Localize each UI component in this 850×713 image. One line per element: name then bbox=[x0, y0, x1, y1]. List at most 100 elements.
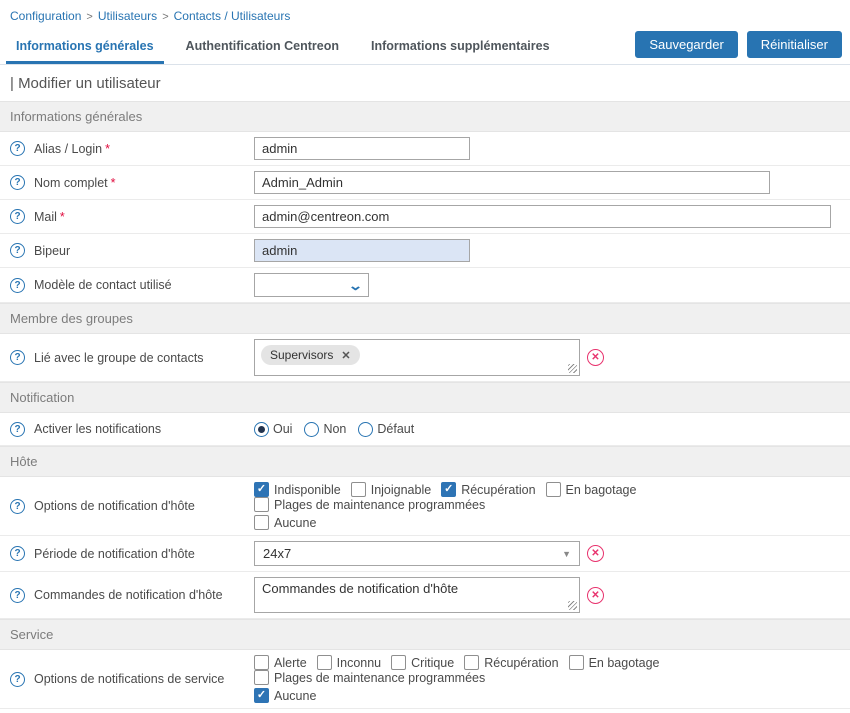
checkbox[interactable] bbox=[254, 497, 269, 512]
checkbox[interactable] bbox=[569, 655, 584, 670]
service-options-label-cell: ? Options de notifications de service bbox=[10, 672, 254, 687]
breadcrumb-separator: > bbox=[86, 11, 92, 23]
row-bipeur: ? Bipeur bbox=[0, 234, 850, 268]
row-alias-login: ? Alias / Login* bbox=[0, 132, 850, 166]
tab-bar: Informations générales Authentification … bbox=[0, 30, 850, 65]
checkbox[interactable] bbox=[546, 482, 561, 497]
row-nom-complet: ? Nom complet* bbox=[0, 166, 850, 200]
tab-informations-generales[interactable]: Informations générales bbox=[6, 30, 164, 64]
breadcrumb-link-utilisateurs[interactable]: Utilisateurs bbox=[98, 9, 157, 23]
page-title: | Modifier un utilisateur bbox=[0, 65, 850, 101]
mail-label: Mail* bbox=[34, 210, 65, 224]
checkbox[interactable] bbox=[317, 655, 332, 670]
checkbox-recuperation-hote[interactable]: Récupération bbox=[441, 482, 535, 497]
action-buttons: Sauvegarder Réinitialiser bbox=[635, 31, 844, 64]
clear-field-icon[interactable]: ✕ bbox=[587, 545, 604, 562]
checkbox-plages-maintenance-hote[interactable]: Plages de maintenance programmées bbox=[254, 497, 485, 512]
checkbox-inconnu[interactable]: Inconnu bbox=[317, 655, 381, 670]
host-period-label-cell: ? Période de notification d'hôte bbox=[10, 546, 254, 561]
row-groupe-contacts: ? Lié avec le groupe de contacts Supervi… bbox=[0, 334, 850, 382]
help-icon[interactable]: ? bbox=[10, 672, 25, 687]
row-periode-notification-hote: ? Période de notification d'hôte 24x7 ▼ … bbox=[0, 536, 850, 572]
radio-button[interactable] bbox=[358, 422, 373, 437]
checkbox-en-bagotage-service[interactable]: En bagotage bbox=[569, 655, 660, 670]
tab-authentification-centreon[interactable]: Authentification Centreon bbox=[176, 30, 349, 64]
checkbox-aucune-service[interactable]: Aucune bbox=[254, 688, 316, 703]
mail-input[interactable] bbox=[254, 205, 831, 228]
section-header-service: Service bbox=[0, 619, 850, 650]
checkbox-injoignable[interactable]: Injoignable bbox=[351, 482, 431, 497]
resize-grip[interactable] bbox=[568, 364, 577, 373]
radio-button[interactable] bbox=[254, 422, 269, 437]
enable-notifications-label: Activer les notifications bbox=[34, 422, 161, 436]
host-period-select[interactable]: 24x7 ▼ bbox=[254, 541, 580, 566]
enable-notifications-label-cell: ? Activer les notifications bbox=[10, 422, 254, 437]
service-options-line2: Aucune bbox=[254, 688, 840, 703]
checkbox[interactable] bbox=[254, 688, 269, 703]
tab-informations-supplementaires[interactable]: Informations supplémentaires bbox=[361, 30, 560, 64]
contactgroup-tag: Supervisors ✕ bbox=[261, 345, 360, 365]
contactgroups-multiselect[interactable]: Supervisors ✕ bbox=[254, 339, 580, 376]
host-options-line1: Indisponible Injoignable Récupération En… bbox=[254, 482, 840, 512]
clear-field-icon[interactable]: ✕ bbox=[587, 587, 604, 604]
contact-template-select[interactable]: ⌄ bbox=[254, 273, 369, 297]
radio-non[interactable]: Non bbox=[304, 422, 346, 437]
resize-grip[interactable] bbox=[568, 601, 577, 610]
checkbox[interactable] bbox=[254, 482, 269, 497]
template-label: Modèle de contact utilisé bbox=[34, 278, 172, 292]
checkbox[interactable] bbox=[441, 482, 456, 497]
radio-button[interactable] bbox=[304, 422, 319, 437]
breadcrumb-separator: > bbox=[162, 11, 168, 23]
help-icon[interactable]: ? bbox=[10, 175, 25, 190]
checkbox[interactable] bbox=[464, 655, 479, 670]
help-icon[interactable]: ? bbox=[10, 209, 25, 224]
host-commands-textarea[interactable]: Commandes de notification d'hôte bbox=[254, 577, 580, 613]
checkbox-aucune-hote[interactable]: Aucune bbox=[254, 515, 316, 530]
pager-label-cell: ? Bipeur bbox=[10, 243, 254, 258]
help-icon[interactable]: ? bbox=[10, 588, 25, 603]
help-icon[interactable]: ? bbox=[10, 141, 25, 156]
pager-input[interactable] bbox=[254, 239, 470, 262]
fullname-input[interactable] bbox=[254, 171, 770, 194]
fullname-label-cell: ? Nom complet* bbox=[10, 175, 254, 190]
alias-label-cell: ? Alias / Login* bbox=[10, 141, 254, 156]
help-icon[interactable]: ? bbox=[10, 422, 25, 437]
checkbox-plages-maintenance-service[interactable]: Plages de maintenance programmées bbox=[254, 670, 485, 685]
radio-defaut[interactable]: Défaut bbox=[358, 422, 414, 437]
required-asterisk: * bbox=[111, 176, 116, 190]
help-icon[interactable]: ? bbox=[10, 243, 25, 258]
checkbox[interactable] bbox=[254, 670, 269, 685]
clear-field-icon[interactable]: ✕ bbox=[587, 349, 604, 366]
checkbox[interactable] bbox=[391, 655, 406, 670]
checkbox-indisponible[interactable]: Indisponible bbox=[254, 482, 341, 497]
save-button[interactable]: Sauvegarder bbox=[635, 31, 737, 58]
host-options-label: Options de notification d'hôte bbox=[34, 499, 195, 513]
breadcrumb: Configuration > Utilisateurs > Contacts / Ut… bbox=[0, 0, 850, 30]
checkbox-recuperation-service[interactable]: Récupération bbox=[464, 655, 558, 670]
checkbox-critique[interactable]: Critique bbox=[391, 655, 454, 670]
breadcrumb-link-contacts[interactable]: Contacts / Utilisateurs bbox=[174, 9, 291, 23]
radio-oui[interactable]: Oui bbox=[254, 422, 292, 437]
section-header-membre-des-groupes: Membre des groupes bbox=[0, 303, 850, 334]
checkbox[interactable] bbox=[254, 655, 269, 670]
chevron-down-icon: ⌄ bbox=[348, 279, 363, 292]
alias-input[interactable] bbox=[254, 137, 470, 160]
service-options-label: Options de notifications de service bbox=[34, 672, 224, 686]
help-icon[interactable]: ? bbox=[10, 499, 25, 514]
alias-label: Alias / Login* bbox=[34, 142, 110, 156]
checkbox-alerte[interactable]: Alerte bbox=[254, 655, 307, 670]
help-icon[interactable]: ? bbox=[10, 546, 25, 561]
checkbox[interactable] bbox=[254, 515, 269, 530]
host-period-value: 24x7 bbox=[263, 546, 291, 561]
tag-remove-icon[interactable]: ✕ bbox=[341, 349, 350, 362]
reset-button[interactable]: Réinitialiser bbox=[747, 31, 842, 58]
radio-non-label: Non bbox=[323, 422, 346, 436]
help-icon[interactable]: ? bbox=[10, 278, 25, 293]
checkbox[interactable] bbox=[351, 482, 366, 497]
breadcrumb-link-configuration[interactable]: Configuration bbox=[10, 9, 81, 23]
section-header-informations-generales: Informations générales bbox=[0, 101, 850, 132]
row-activer-notifications: ? Activer les notifications Oui Non Défa… bbox=[0, 413, 850, 446]
pager-label: Bipeur bbox=[34, 244, 70, 258]
help-icon[interactable]: ? bbox=[10, 350, 25, 365]
checkbox-en-bagotage-hote[interactable]: En bagotage bbox=[546, 482, 637, 497]
